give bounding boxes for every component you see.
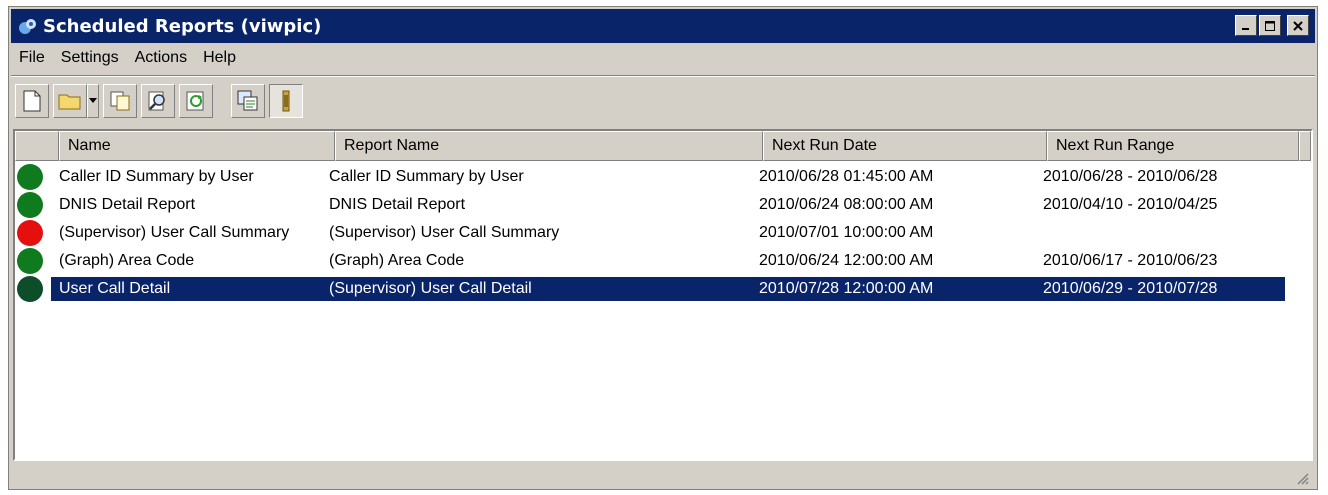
open-button[interactable]	[53, 84, 87, 118]
chevron-down-icon	[89, 98, 97, 103]
row-next-run-date: 2010/07/28 12:00:00 AM	[751, 277, 1035, 301]
row-next-run-date: 2010/07/01 10:00:00 AM	[759, 224, 934, 241]
column-header-report-name[interactable]: Report Name	[335, 131, 763, 161]
row-name: (Supervisor) User Call Summary	[59, 224, 290, 241]
row-report-name: (Supervisor) User Call Detail	[321, 277, 751, 301]
schedule-button[interactable]	[269, 84, 303, 118]
new-report-button[interactable]	[15, 84, 49, 118]
run-report-icon	[237, 90, 258, 111]
menu-actions[interactable]: Actions	[127, 49, 195, 67]
table-row[interactable]: (Graph) Area Code (Graph) Area Code 2010…	[15, 247, 1311, 275]
copy-button[interactable]	[103, 84, 137, 118]
column-header-next-run-date[interactable]: Next Run Date	[763, 131, 1047, 161]
close-button[interactable]	[1287, 15, 1309, 36]
table-row-selected[interactable]: User Call Detail (Supervisor) User Call …	[15, 275, 1311, 303]
maximize-button[interactable]	[1259, 15, 1281, 36]
row-name: User Call Detail	[51, 277, 321, 301]
row-next-run-date: 2010/06/28 01:45:00 AM	[759, 168, 934, 185]
row-name: DNIS Detail Report	[59, 196, 196, 213]
reports-list[interactable]: Name Report Name Next Run Date Next Run …	[13, 129, 1313, 461]
menu-settings[interactable]: Settings	[53, 49, 127, 67]
status-indicator	[17, 276, 43, 302]
copy-icon	[110, 91, 130, 111]
refresh-icon	[186, 91, 204, 111]
window-title: Scheduled Reports (viwpic)	[43, 15, 322, 37]
column-header-status[interactable]	[15, 131, 59, 161]
row-name: Caller ID Summary by User	[59, 168, 254, 185]
properties-button[interactable]	[141, 84, 175, 118]
close-icon	[1293, 20, 1303, 31]
schedule-icon	[282, 90, 290, 112]
status-indicator	[17, 192, 43, 218]
menu-separator	[11, 75, 1315, 77]
row-next-run-range: 2010/06/29 - 2010/07/28	[1035, 277, 1285, 301]
row-next-run-range: 2010/04/10 - 2010/04/25	[1043, 196, 1218, 213]
run-report-button[interactable]	[231, 84, 265, 118]
menu-file[interactable]: File	[11, 49, 53, 67]
row-next-run-range: 2010/06/28 - 2010/06/28	[1043, 168, 1218, 185]
toolbar	[15, 79, 307, 123]
row-next-run-date: 2010/06/24 08:00:00 AM	[759, 196, 934, 213]
menu-bar: File Settings Actions Help	[11, 45, 244, 71]
status-indicator	[17, 220, 43, 246]
minimize-button[interactable]	[1235, 15, 1257, 36]
refresh-button[interactable]	[179, 84, 213, 118]
column-header-name[interactable]: Name	[59, 131, 335, 161]
row-report-name: Caller ID Summary by User	[329, 168, 524, 185]
status-indicator	[17, 248, 43, 274]
row-report-name: (Supervisor) User Call Summary	[329, 224, 560, 241]
open-dropdown-button[interactable]	[87, 84, 99, 118]
table-row[interactable]: Caller ID Summary by User Caller ID Summ…	[15, 163, 1311, 191]
status-indicator	[17, 164, 43, 190]
table-row[interactable]: DNIS Detail Report DNIS Detail Report 20…	[15, 191, 1311, 219]
row-report-name: DNIS Detail Report	[329, 196, 466, 213]
column-header-filler	[1299, 131, 1311, 161]
row-next-run-range	[1035, 221, 1285, 245]
table-row[interactable]: (Supervisor) User Call Summary (Supervis…	[15, 219, 1311, 247]
app-icon	[19, 19, 36, 34]
status-bar	[13, 465, 1313, 487]
row-name: (Graph) Area Code	[59, 252, 195, 269]
list-header: Name Report Name Next Run Date Next Run …	[15, 131, 1311, 161]
scheduled-reports-window: Scheduled Reports (viwpic) File Settings…	[8, 6, 1318, 490]
resize-grip-icon[interactable]	[1295, 471, 1309, 485]
row-next-run-range: 2010/06/17 - 2010/06/23	[1043, 252, 1218, 269]
magnifier-icon	[148, 91, 165, 111]
column-header-next-run-range[interactable]: Next Run Range	[1047, 131, 1299, 161]
maximize-icon	[1265, 20, 1275, 31]
minimize-icon	[1242, 27, 1249, 30]
row-report-name: (Graph) Area Code	[329, 252, 465, 269]
row-next-run-date: 2010/06/24 12:00:00 AM	[759, 252, 934, 269]
new-document-icon	[23, 90, 41, 112]
folder-icon	[58, 94, 81, 110]
menu-help[interactable]: Help	[195, 49, 244, 67]
title-bar[interactable]: Scheduled Reports (viwpic)	[11, 9, 1315, 43]
